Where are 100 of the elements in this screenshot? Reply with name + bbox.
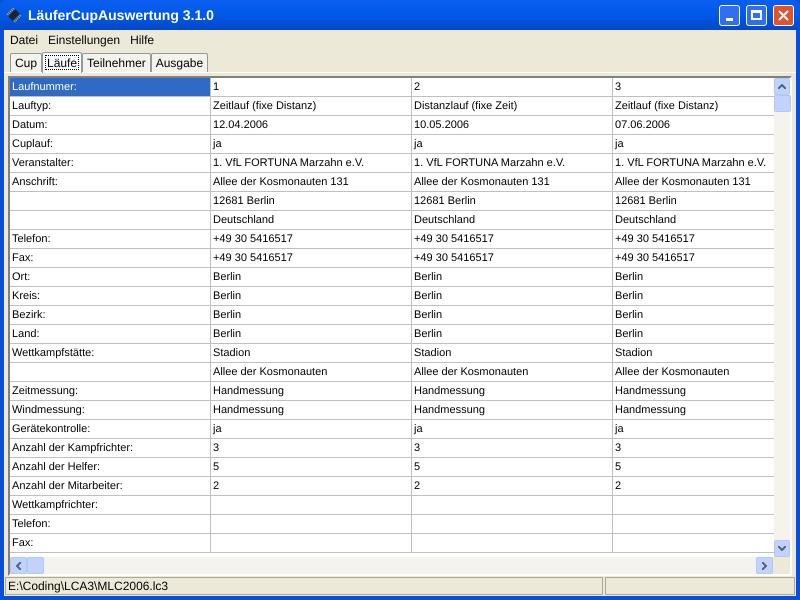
horizontal-scrollbar[interactable] bbox=[10, 557, 773, 574]
status-path: E:\Coding\LCA3\MLC2006.lc3 bbox=[5, 577, 603, 595]
scroll-left-button[interactable] bbox=[10, 557, 27, 574]
table-cell: Berlin bbox=[213, 328, 242, 340]
table-cell: Distanzlauf (fixe Zeit) bbox=[414, 100, 518, 112]
table-cell: ja bbox=[213, 423, 222, 435]
table-cell: Berlin bbox=[615, 328, 644, 340]
table-cell: Deutschland bbox=[414, 214, 476, 226]
table-cell: Berlin bbox=[615, 271, 644, 283]
row-label: Wettkampfrichter: bbox=[10, 496, 211, 514]
table-cell: Deutschland bbox=[213, 214, 274, 226]
scroll-thumb[interactable] bbox=[27, 557, 44, 574]
table-cell: Handmessung bbox=[615, 385, 686, 397]
scroll-up-button[interactable] bbox=[774, 78, 790, 95]
row-label: Fax: bbox=[10, 534, 211, 552]
table-cell: Berlin bbox=[414, 290, 442, 302]
table-cell: Berlin bbox=[615, 290, 644, 302]
row-label: Wettkampfstätte: bbox=[10, 344, 211, 362]
table-cell: 12681 Berlin bbox=[414, 195, 476, 207]
table-cell: Handmessung bbox=[615, 404, 686, 416]
table-cell: Stadion bbox=[414, 347, 452, 359]
menu-item[interactable]: Einstellungen bbox=[44, 31, 124, 49]
table-cell: ja bbox=[414, 138, 423, 150]
row-label: Windmessung: bbox=[10, 401, 211, 419]
scroll-down-button[interactable] bbox=[774, 540, 790, 557]
table-cell: Stadion bbox=[213, 347, 250, 359]
table-cell: 2 bbox=[615, 480, 622, 492]
menu-item[interactable]: Hilfe bbox=[126, 31, 158, 49]
table-cell: 12681 Berlin bbox=[615, 195, 677, 207]
table-cell: 12.04.2006 bbox=[213, 119, 268, 131]
table-cell: Handmessung bbox=[213, 385, 284, 397]
caret-left-icon bbox=[16, 562, 21, 570]
close-button[interactable] bbox=[773, 4, 794, 26]
table-cell: ja bbox=[414, 423, 423, 435]
row-label: Anzahl der Helfer: bbox=[10, 458, 211, 476]
maximize-button[interactable] bbox=[746, 4, 767, 26]
row-label: Lauftyp: bbox=[10, 97, 211, 115]
table-cell: Allee der Kosmonauten bbox=[414, 366, 528, 378]
table-cell: 3 bbox=[615, 442, 622, 454]
row-label: Anzahl der Mitarbeiter: bbox=[10, 477, 211, 495]
table-cell: Deutschland bbox=[615, 214, 676, 226]
table-cell: Berlin bbox=[615, 309, 644, 321]
table-cell: Handmessung bbox=[414, 404, 485, 416]
table-cell: Handmessung bbox=[414, 385, 485, 397]
table-cell: 1. VfL FORTUNA Marzahn e.V. bbox=[213, 157, 364, 169]
table-cell: Zeitlauf (fixe Distanz) bbox=[213, 100, 316, 112]
table-cell: Zeitlauf (fixe Distanz) bbox=[615, 100, 718, 112]
table-cell: 5 bbox=[213, 461, 220, 473]
table-cell: Handmessung bbox=[213, 404, 284, 416]
row-label: Telefon: bbox=[10, 230, 211, 248]
row-label: Land: bbox=[10, 325, 211, 343]
menu-item[interactable]: Datei bbox=[6, 31, 42, 49]
tab[interactable]: Läufe bbox=[42, 52, 82, 73]
table-cell: +49 30 5416517 bbox=[213, 252, 293, 264]
table-cell: 12681 Berlin bbox=[213, 195, 275, 207]
window-title: LäuferCupAuswertung 3.1.0 bbox=[28, 6, 215, 25]
table-cell: +49 30 5416517 bbox=[615, 233, 695, 245]
row-label: Veranstalter: bbox=[10, 154, 211, 172]
table-cell: 07.06.2006 bbox=[615, 119, 670, 131]
table-cell: Stadion bbox=[615, 347, 652, 359]
row-label: Ort: bbox=[10, 268, 211, 286]
close-icon bbox=[778, 10, 789, 20]
table-cell: 10.05.2006 bbox=[414, 119, 470, 131]
table-cell: Allee der Kosmonauten 131 bbox=[213, 176, 349, 188]
table-cell: 1. VfL FORTUNA Marzahn e.V. bbox=[414, 157, 566, 169]
row-label: Telefon: bbox=[10, 515, 211, 533]
row-label: Anschrift: bbox=[10, 173, 211, 191]
row-label: Kreis: bbox=[10, 287, 211, 305]
vertical-scrollbar[interactable] bbox=[774, 78, 790, 557]
table-cell: Berlin bbox=[414, 309, 442, 321]
table-cell: ja bbox=[615, 423, 624, 435]
scroll-right-button[interactable] bbox=[756, 557, 773, 574]
row-label: Fax: bbox=[10, 249, 211, 267]
table-cell: ja bbox=[615, 138, 624, 150]
minimize-button[interactable] bbox=[719, 4, 740, 26]
table-cell: ja bbox=[213, 138, 222, 150]
caret-right-icon bbox=[762, 562, 767, 570]
row-label: Zeitmessung: bbox=[10, 382, 211, 400]
table-cell: +49 30 5416517 bbox=[615, 252, 695, 264]
table-cell: 1 bbox=[213, 81, 220, 93]
table-cell: 2 bbox=[414, 480, 420, 492]
table-cell: Allee der Kosmonauten 131 bbox=[414, 176, 550, 188]
scroll-thumb[interactable] bbox=[774, 95, 791, 112]
tab[interactable]: Cup bbox=[10, 53, 42, 72]
table-cell: Berlin bbox=[213, 290, 242, 302]
table-cell: +49 30 5416517 bbox=[414, 233, 494, 245]
caret-down-icon bbox=[778, 546, 786, 551]
table-cell: +49 30 5416517 bbox=[414, 252, 494, 264]
table-cell: Berlin bbox=[213, 271, 242, 283]
table-cell: 3 bbox=[213, 442, 220, 454]
row-label: Anzahl der Kampfrichter: bbox=[10, 439, 211, 457]
tab[interactable]: Teilnehmer bbox=[82, 53, 151, 72]
tab[interactable]: Ausgabe bbox=[150, 53, 208, 72]
table-cell: Allee der Kosmonauten 131 bbox=[615, 176, 751, 188]
table-cell: Berlin bbox=[213, 309, 242, 321]
table-cell: 3 bbox=[414, 442, 420, 454]
table-cell: Berlin bbox=[414, 271, 442, 283]
table-cell: 5 bbox=[414, 461, 420, 473]
row-label: Gerätekontrolle: bbox=[10, 420, 211, 438]
table-cell: 2 bbox=[213, 480, 220, 492]
